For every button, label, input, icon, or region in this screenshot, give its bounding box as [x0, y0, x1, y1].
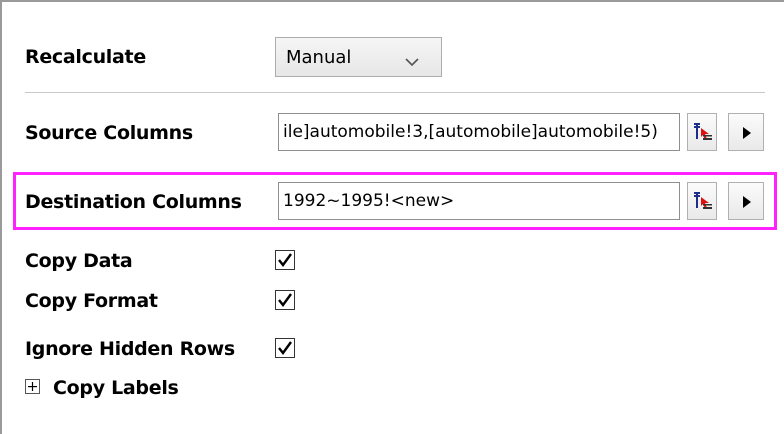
- source-columns-select-button[interactable]: [687, 113, 717, 151]
- recalculate-dropdown[interactable]: Manual: [275, 37, 442, 77]
- copy-labels-label[interactable]: Copy Labels: [53, 377, 179, 399]
- recalculate-settings-panel: Recalculate Manual Source Columns ile]au…: [0, 0, 784, 434]
- copy-labels-expander[interactable]: [25, 379, 40, 394]
- copy-format-label: Copy Format: [25, 290, 158, 312]
- recalculate-value: Manual: [286, 47, 352, 68]
- copy-data-label: Copy Data: [25, 250, 133, 272]
- ignore-hidden-rows-label: Ignore Hidden Rows: [25, 338, 235, 360]
- ignore-hidden-rows-checkbox[interactable]: [275, 338, 295, 358]
- separator-line: [25, 92, 765, 93]
- destination-columns-highlight: [13, 172, 777, 230]
- panel-top-border: [0, 0, 784, 2]
- panel-left-border: [0, 0, 2, 434]
- source-columns-menu-button[interactable]: [728, 113, 764, 151]
- copy-format-checkbox[interactable]: [275, 290, 295, 310]
- recalculate-label: Recalculate: [25, 46, 146, 68]
- copy-data-checkbox[interactable]: [275, 250, 295, 270]
- source-columns-input[interactable]: ile]automobile!3,[automobile]automobile!…: [278, 113, 680, 151]
- chevron-down-icon: [405, 52, 419, 71]
- source-columns-label: Source Columns: [25, 122, 193, 144]
